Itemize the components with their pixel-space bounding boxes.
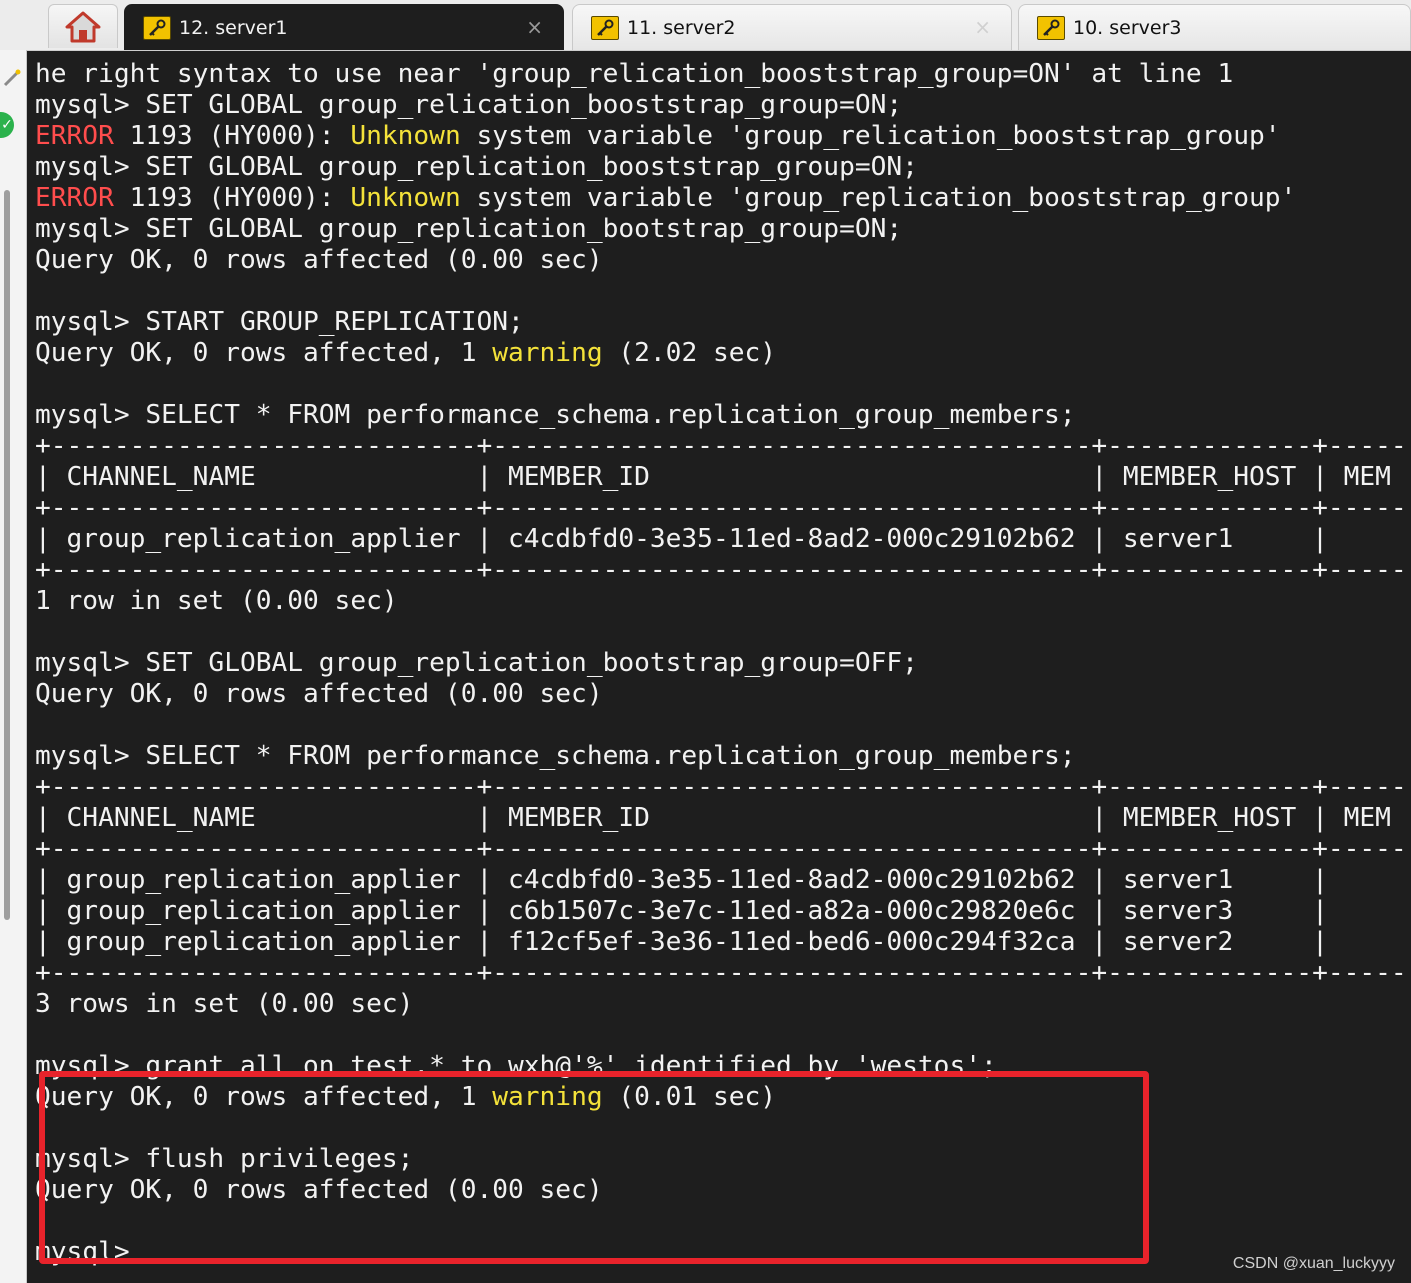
terminal-text: Query OK, 0 rows affected (0.00 sec) <box>35 245 603 275</box>
terminal-text: 1193 (HY000): <box>113 183 351 213</box>
terminal-line: +---------------------------+-----------… <box>35 493 1407 524</box>
terminal-line: | CHANNEL_NAME | MEMBER_ID | MEMBER_HOST… <box>35 462 1391 493</box>
terminal-line: Query OK, 0 rows affected, 1 warning (2.… <box>35 338 776 369</box>
terminal-text: mysql> SET GLOBAL group_replication_boot… <box>35 648 918 678</box>
terminal-line: mysql> START GROUP_REPLICATION; <box>35 307 524 338</box>
terminal-text: | group_replication_applier | c4cdbfd0-3… <box>35 865 1328 895</box>
terminal-text: | CHANNEL_NAME | MEMBER_ID | MEMBER_HOST… <box>35 462 1391 492</box>
terminal-line: Query OK, 0 rows affected (0.00 sec) <box>35 245 603 276</box>
tab-server3[interactable]: 10. server3 <box>1018 4 1411 50</box>
close-icon[interactable]: × <box>974 15 991 39</box>
key-icon <box>1037 15 1065 40</box>
terminal-line: Query OK, 0 rows affected (0.00 sec) <box>35 679 603 710</box>
terminal-line: mysql> SET GLOBAL group_replication_boos… <box>35 152 918 183</box>
terminal-line: mysql> SET GLOBAL group_relication_boost… <box>35 90 902 121</box>
terminal-line: +---------------------------+-----------… <box>35 834 1407 865</box>
tab-server1[interactable]: 12. server1 × <box>124 4 564 50</box>
error-text: ERROR <box>35 121 114 151</box>
terminal-text: +---------------------------+-----------… <box>35 555 1407 585</box>
terminal-text: +---------------------------+-----------… <box>35 772 1407 802</box>
terminal-line: 1 row in set (0.00 sec) <box>35 586 398 617</box>
terminal-line: | CHANNEL_NAME | MEMBER_ID | MEMBER_HOST… <box>35 803 1391 834</box>
terminal-line: | group_replication_applier | c4cdbfd0-3… <box>35 524 1328 555</box>
highlight-text: Unknown <box>350 121 461 151</box>
error-text: ERROR <box>35 183 114 213</box>
terminal-line: mysql> SELECT * FROM performance_schema.… <box>35 741 1076 772</box>
tab-label: 10. server3 <box>1073 16 1182 39</box>
terminal-text: 1193 (HY000): <box>113 121 351 151</box>
key-icon <box>591 15 619 40</box>
watermark: CSDN @xuan_luckyyy <box>1232 1255 1395 1272</box>
highlight-text: warning <box>492 338 603 368</box>
terminal-line: 3 rows in set (0.00 sec) <box>35 989 413 1020</box>
terminal-line: +---------------------------+-----------… <box>35 555 1407 586</box>
terminal-line: +---------------------------+-----------… <box>35 431 1407 462</box>
terminal-text: he right syntax to use near 'group_relic… <box>35 59 1234 89</box>
terminal-line: +---------------------------+-----------… <box>35 772 1407 803</box>
terminal-text: Query OK, 0 rows affected (0.00 sec) <box>35 679 603 709</box>
terminal-line: mysql> SELECT * FROM performance_schema.… <box>35 400 1076 431</box>
terminal-line: ERROR 1193 (HY000): Unknown system varia… <box>35 121 1281 152</box>
tab-label: 12. server1 <box>179 16 288 39</box>
terminal-text: mysql> SET GLOBAL group_replication_boos… <box>35 152 918 182</box>
terminal-line: +---------------------------+-----------… <box>35 958 1407 989</box>
terminal-line: mysql> SET GLOBAL group_replication_boot… <box>35 648 918 679</box>
tab-label: 11. server2 <box>627 16 736 39</box>
terminal-line: mysql> SET GLOBAL group_replication_boot… <box>35 214 902 245</box>
terminal-text: +---------------------------+-----------… <box>35 493 1407 523</box>
scrollbar[interactable] <box>4 190 10 920</box>
home-icon <box>65 11 101 42</box>
close-icon[interactable]: × <box>526 15 543 39</box>
tab-bar: 12. server1 × 11. server2 × 10. server3 <box>0 0 1411 51</box>
terminal-line: | group_replication_applier | c6b1507c-3… <box>35 896 1328 927</box>
terminal-text: +---------------------------+-----------… <box>35 834 1407 864</box>
left-sidebar: ✓ <box>0 50 27 1283</box>
terminal-text: | CHANNEL_NAME | MEMBER_ID | MEMBER_HOST… <box>35 803 1391 833</box>
terminal-line: | group_replication_applier | f12cf5ef-3… <box>35 927 1328 958</box>
terminal-text: mysql> SET GLOBAL group_replication_boot… <box>35 214 903 244</box>
terminal-text: | group_replication_applier | c6b1507c-3… <box>35 896 1328 926</box>
key-icon <box>143 15 171 40</box>
terminal-text: 3 rows in set (0.00 sec) <box>35 989 414 1019</box>
terminal-line: he right syntax to use near 'group_relic… <box>35 59 1233 90</box>
terminal-output[interactable]: he right syntax to use near 'group_relic… <box>27 51 1411 1283</box>
terminal-text: 1 row in set (0.00 sec) <box>35 586 398 616</box>
terminal-text: | group_replication_applier | f12cf5ef-3… <box>35 927 1328 957</box>
check-icon[interactable]: ✓ <box>0 112 14 138</box>
terminal-text: system variable 'group_relication_boosts… <box>460 121 1281 151</box>
highlight-text: Unknown <box>350 183 461 213</box>
wand-icon[interactable] <box>2 68 22 88</box>
terminal-text: +---------------------------+-----------… <box>35 958 1407 988</box>
terminal-text: (2.02 sec) <box>602 338 777 368</box>
terminal-text: mysql> SELECT * FROM performance_schema.… <box>35 400 1076 430</box>
terminal-text: system variable 'group_replication_boost… <box>460 183 1297 213</box>
annotation-box <box>39 1071 1149 1264</box>
terminal-text: +---------------------------+-----------… <box>35 431 1407 461</box>
terminal-line: | group_replication_applier | c4cdbfd0-3… <box>35 865 1328 896</box>
terminal-text: mysql> SET GLOBAL group_relication_boost… <box>35 90 903 120</box>
tab-server2[interactable]: 11. server2 × <box>572 4 1012 50</box>
terminal-text: mysql> SELECT * FROM performance_schema.… <box>35 741 1076 771</box>
terminal-text: mysql> START GROUP_REPLICATION; <box>35 307 524 337</box>
terminal-line: ERROR 1193 (HY000): Unknown system varia… <box>35 183 1296 214</box>
terminal-text: | group_replication_applier | c4cdbfd0-3… <box>35 524 1328 554</box>
terminal-text: Query OK, 0 rows affected, 1 <box>35 338 493 368</box>
home-button[interactable] <box>48 4 118 48</box>
